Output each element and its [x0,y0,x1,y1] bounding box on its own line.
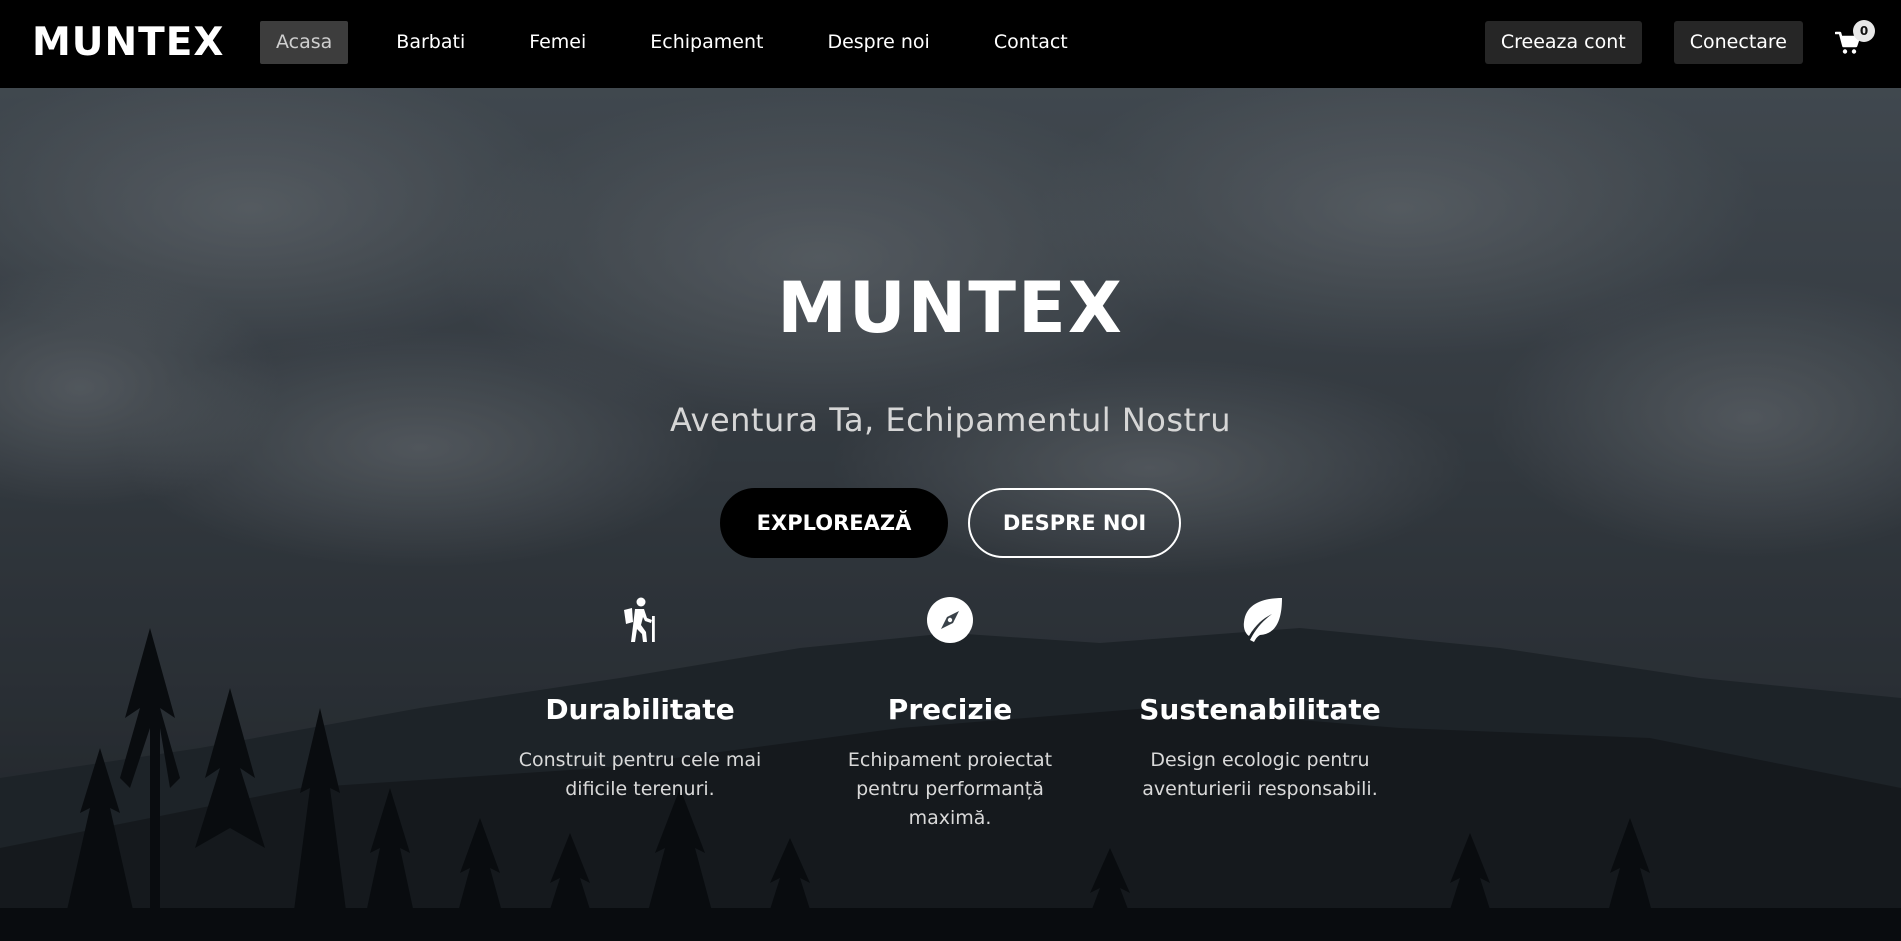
hero-buttons: EXPLOREAZĂ DESPRE NOI [720,488,1181,558]
feature-sustenabilitate: Sustenabilitate Design ecologic pentru a… [1130,596,1390,804]
feature-durabilitate: Durabilitate Construit pentru cele mai d… [510,596,770,804]
about-us-button[interactable]: DESPRE NOI [968,488,1181,558]
nav-link-femei[interactable]: Femei [513,21,602,64]
feature-description: Construit pentru cele mai dificile teren… [518,749,762,800]
nav-link-barbati[interactable]: Barbati [380,21,481,64]
main-nav: Acasa Barbati Femei Echipament Despre no… [260,21,1116,64]
hero-title: MUNTEX [777,267,1124,349]
site-logo[interactable]: MUNTEX [32,18,224,68]
feature-title: Sustenabilitate [1139,693,1381,726]
feature-description: Design ecologic pentru aventurierii resp… [1142,749,1378,800]
cart-button[interactable]: 0 [1835,19,1875,56]
nav-link-despre-noi[interactable]: Despre noi [811,21,945,64]
login-button[interactable]: Conectare [1673,21,1803,64]
hiking-icon [616,596,664,644]
top-navbar: MUNTEX Acasa Barbati Femei Echipament De… [0,0,1901,88]
account-actions: Creeaza cont Conectare 0 [1484,19,1901,64]
feature-title: Precizie [887,693,1013,726]
hero-subtitle: Aventura Ta, Echipamentul Nostru [670,401,1231,439]
feature-description: Echipament proiectat pentru performanță … [847,749,1053,829]
nav-link-echipament[interactable]: Echipament [634,21,779,64]
feature-precizie: Precizie Echipament proiectat pentru per… [820,596,1080,833]
leaf-icon [1236,596,1284,644]
create-account-button[interactable]: Creeaza cont [1484,21,1642,64]
features-row: Durabilitate Construit pentru cele mai d… [510,596,1390,856]
cart-count-badge: 0 [1853,19,1875,42]
hero-content: MUNTEX Aventura Ta, Echipamentul Nostru … [0,88,1901,941]
compass-icon [926,596,974,644]
explore-button[interactable]: EXPLOREAZĂ [720,488,948,558]
feature-title: Durabilitate [545,693,735,726]
nav-link-acasa[interactable]: Acasa [260,21,349,64]
nav-link-contact[interactable]: Contact [978,21,1084,64]
hero-section: MUNTEX Aventura Ta, Echipamentul Nostru … [0,88,1901,941]
